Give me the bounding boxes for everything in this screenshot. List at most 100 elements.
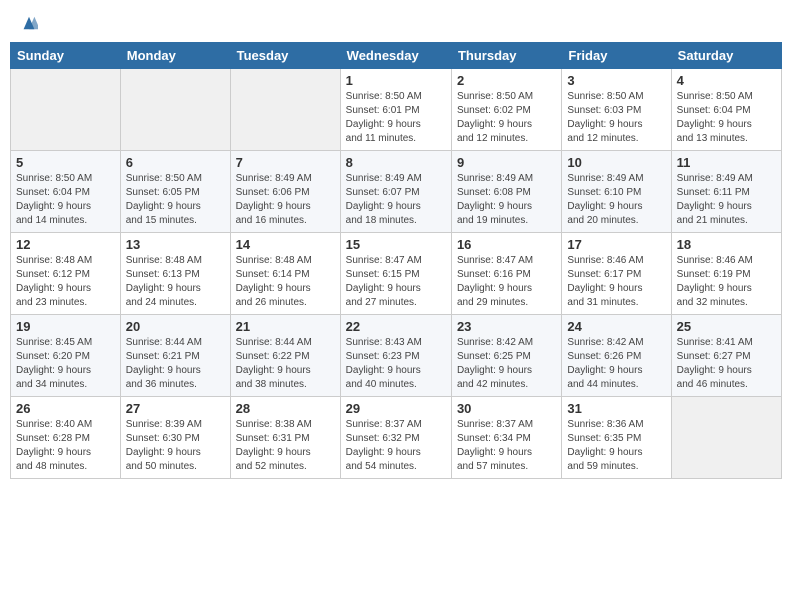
header-thursday: Thursday	[451, 43, 561, 69]
week-row-3: 12 Sunrise: 8:48 AMSunset: 6:12 PMDayligh…	[11, 233, 782, 315]
day-info: Sunrise: 8:44 AMSunset: 6:22 PMDaylight:…	[236, 336, 335, 392]
day-info: Sunrise: 8:50 AMSunset: 6:01 PMDaylight:…	[346, 90, 446, 146]
calendar-cell: 15 Sunrise: 8:47 AMSunset: 6:15 PMDayligh…	[340, 233, 451, 315]
calendar-cell: 14Sunrise: 8:48 AMSunset: 6:14 PMDayligh…	[230, 233, 340, 315]
day-number: 21	[236, 319, 335, 334]
header-friday: Friday	[562, 43, 671, 69]
day-number: 14	[236, 237, 335, 252]
day-number: 3	[567, 73, 665, 88]
calendar-cell: 21 Sunrise: 8:44 AMSunset: 6:22 PMDayligh…	[230, 315, 340, 397]
day-number: 30	[457, 401, 556, 416]
day-number: 17	[567, 237, 665, 252]
calendar-cell: 26 Sunrise: 8:40 AMSunset: 6:28 PMDayligh…	[11, 397, 121, 479]
calendar-cell: 24 Sunrise: 8:42 AMSunset: 6:26 PMDayligh…	[562, 315, 671, 397]
day-number: 6	[126, 155, 225, 170]
day-info: Sunrise: 8:42 AMSunset: 6:25 PMDaylight:…	[457, 336, 556, 392]
day-info: Sunrise: 8:44 AMSunset: 6:21 PMDaylight:…	[126, 336, 225, 392]
day-number: 12	[16, 237, 115, 252]
day-info: Sunrise: 8:37 AMSunset: 6:34 PMDaylight:…	[457, 418, 556, 474]
calendar-cell: 11Sunrise: 8:49 AMSunset: 6:11 PMDayligh…	[671, 151, 781, 233]
day-info: Sunrise: 8:49 AMSunset: 6:07 PMDaylight:…	[346, 172, 446, 228]
calendar-cell: 1 Sunrise: 8:50 AMSunset: 6:01 PMDaylight…	[340, 69, 451, 151]
calendar-cell: 31Sunrise: 8:36 AMSunset: 6:35 PMDayligh…	[562, 397, 671, 479]
header-sunday: Sunday	[11, 43, 121, 69]
day-number: 29	[346, 401, 446, 416]
calendar-cell: 5 Sunrise: 8:50 AMSunset: 6:04 PMDaylight…	[11, 151, 121, 233]
calendar-table: SundayMondayTuesdayWednesdayThursdayFrid…	[10, 42, 782, 479]
calendar-cell: 29 Sunrise: 8:37 AMSunset: 6:32 PMDayligh…	[340, 397, 451, 479]
day-info: Sunrise: 8:50 AMSunset: 6:04 PMDaylight:…	[16, 172, 115, 228]
calendar-cell: 8 Sunrise: 8:49 AMSunset: 6:07 PMDaylight…	[340, 151, 451, 233]
day-number: 18	[677, 237, 776, 252]
day-info: Sunrise: 8:40 AMSunset: 6:28 PMDaylight:…	[16, 418, 115, 474]
calendar-cell: 10 Sunrise: 8:49 AMSunset: 6:10 PMDayligh…	[562, 151, 671, 233]
calendar-cell: 20 Sunrise: 8:44 AMSunset: 6:21 PMDayligh…	[120, 315, 230, 397]
calendar-cell: 30 Sunrise: 8:37 AMSunset: 6:34 PMDayligh…	[451, 397, 561, 479]
calendar-cell: 7 Sunrise: 8:49 AMSunset: 6:06 PMDaylight…	[230, 151, 340, 233]
calendar-cell: 6 Sunrise: 8:50 AMSunset: 6:05 PMDaylight…	[120, 151, 230, 233]
calendar-cell: 22Sunrise: 8:43 AMSunset: 6:23 PMDayligh…	[340, 315, 451, 397]
week-row-1: 1 Sunrise: 8:50 AMSunset: 6:01 PMDaylight…	[11, 69, 782, 151]
calendar-cell: 17 Sunrise: 8:46 AMSunset: 6:17 PMDayligh…	[562, 233, 671, 315]
day-info: Sunrise: 8:48 AMSunset: 6:12 PMDaylight:…	[16, 254, 115, 310]
day-info: Sunrise: 8:49 AMSunset: 6:06 PMDaylight:…	[236, 172, 335, 228]
calendar-cell: 16Sunrise: 8:47 AMSunset: 6:16 PMDayligh…	[451, 233, 561, 315]
day-number: 8	[346, 155, 446, 170]
day-number: 4	[677, 73, 776, 88]
calendar-cell: 2Sunrise: 8:50 AMSunset: 6:02 PMDaylight…	[451, 69, 561, 151]
day-number: 16	[457, 237, 556, 252]
header-saturday: Saturday	[671, 43, 781, 69]
day-info: Sunrise: 8:49 AMSunset: 6:10 PMDaylight:…	[567, 172, 665, 228]
day-info: Sunrise: 8:39 AMSunset: 6:30 PMDaylight:…	[126, 418, 225, 474]
header-monday: Monday	[120, 43, 230, 69]
day-number: 20	[126, 319, 225, 334]
calendar-cell: 3 Sunrise: 8:50 AMSunset: 6:03 PMDaylight…	[562, 69, 671, 151]
header-wednesday: Wednesday	[340, 43, 451, 69]
day-number: 31	[567, 401, 665, 416]
day-number: 28	[236, 401, 335, 416]
calendar-header-row: SundayMondayTuesdayWednesdayThursdayFrid…	[11, 43, 782, 69]
day-number: 5	[16, 155, 115, 170]
day-info: Sunrise: 8:42 AMSunset: 6:26 PMDaylight:…	[567, 336, 665, 392]
day-info: Sunrise: 8:50 AMSunset: 6:05 PMDaylight:…	[126, 172, 225, 228]
day-number: 15	[346, 237, 446, 252]
week-row-2: 5 Sunrise: 8:50 AMSunset: 6:04 PMDaylight…	[11, 151, 782, 233]
day-info: Sunrise: 8:49 AMSunset: 6:08 PMDaylight:…	[457, 172, 556, 228]
day-number: 27	[126, 401, 225, 416]
header-tuesday: Tuesday	[230, 43, 340, 69]
calendar-cell	[120, 69, 230, 151]
day-number: 13	[126, 237, 225, 252]
calendar-cell: 27 Sunrise: 8:39 AMSunset: 6:30 PMDayligh…	[120, 397, 230, 479]
day-info: Sunrise: 8:41 AMSunset: 6:27 PMDaylight:…	[677, 336, 776, 392]
day-info: Sunrise: 8:50 AMSunset: 6:03 PMDaylight:…	[567, 90, 665, 146]
calendar-cell: 28Sunrise: 8:38 AMSunset: 6:31 PMDayligh…	[230, 397, 340, 479]
day-info: Sunrise: 8:45 AMSunset: 6:20 PMDaylight:…	[16, 336, 115, 392]
day-info: Sunrise: 8:47 AMSunset: 6:15 PMDaylight:…	[346, 254, 446, 310]
day-info: Sunrise: 8:37 AMSunset: 6:32 PMDaylight:…	[346, 418, 446, 474]
calendar-cell: 18 Sunrise: 8:46 AMSunset: 6:19 PMDayligh…	[671, 233, 781, 315]
day-info: Sunrise: 8:46 AMSunset: 6:19 PMDaylight:…	[677, 254, 776, 310]
logo	[18, 16, 38, 30]
logo-icon	[20, 16, 38, 30]
day-number: 7	[236, 155, 335, 170]
day-number: 24	[567, 319, 665, 334]
day-number: 9	[457, 155, 556, 170]
calendar-cell: 12 Sunrise: 8:48 AMSunset: 6:12 PMDayligh…	[11, 233, 121, 315]
day-info: Sunrise: 8:43 AMSunset: 6:23 PMDaylight:…	[346, 336, 446, 392]
day-info: Sunrise: 8:49 AMSunset: 6:11 PMDaylight:…	[677, 172, 776, 228]
day-info: Sunrise: 8:46 AMSunset: 6:17 PMDaylight:…	[567, 254, 665, 310]
day-number: 26	[16, 401, 115, 416]
day-number: 1	[346, 73, 446, 88]
day-number: 10	[567, 155, 665, 170]
page-header	[10, 10, 782, 36]
calendar-cell: 23Sunrise: 8:42 AMSunset: 6:25 PMDayligh…	[451, 315, 561, 397]
day-info: Sunrise: 8:48 AMSunset: 6:13 PMDaylight:…	[126, 254, 225, 310]
calendar-cell: 19Sunrise: 8:45 AMSunset: 6:20 PMDayligh…	[11, 315, 121, 397]
week-row-5: 26 Sunrise: 8:40 AMSunset: 6:28 PMDayligh…	[11, 397, 782, 479]
day-number: 25	[677, 319, 776, 334]
calendar-cell: 13 Sunrise: 8:48 AMSunset: 6:13 PMDayligh…	[120, 233, 230, 315]
calendar-cell: 25 Sunrise: 8:41 AMSunset: 6:27 PMDayligh…	[671, 315, 781, 397]
calendar-cell	[671, 397, 781, 479]
calendar-cell: 9 Sunrise: 8:49 AMSunset: 6:08 PMDaylight…	[451, 151, 561, 233]
calendar-cell	[11, 69, 121, 151]
